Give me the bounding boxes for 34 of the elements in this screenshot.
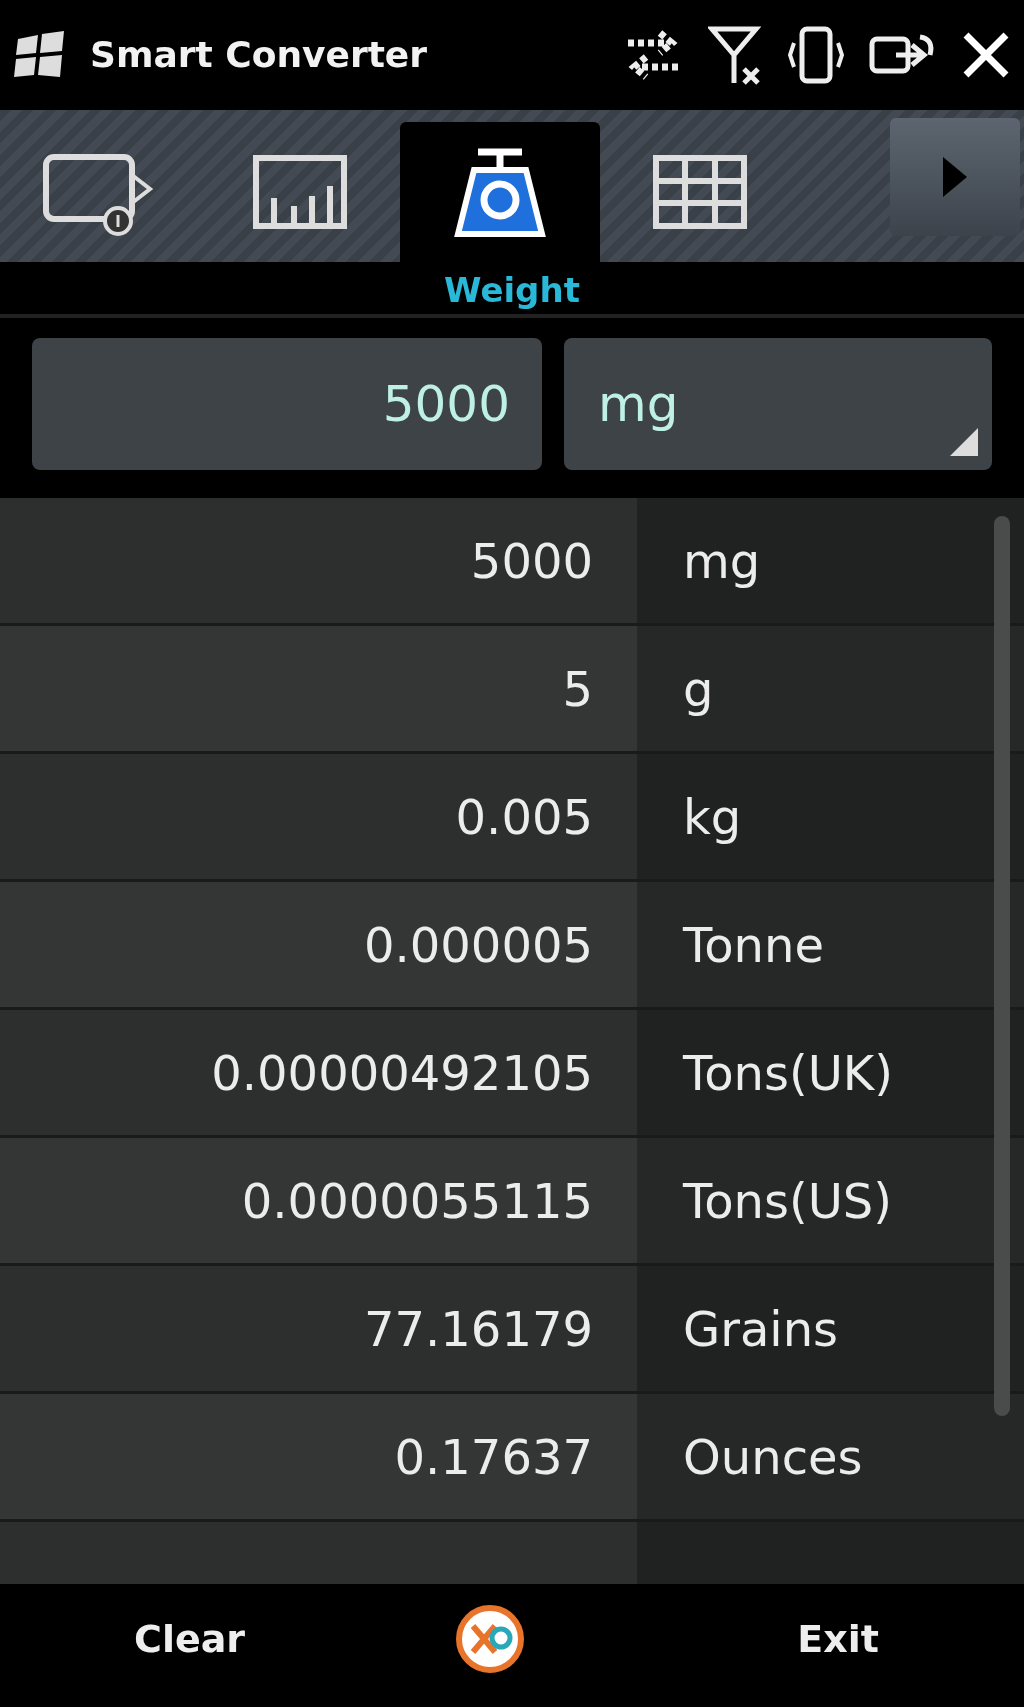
unit-dropdown[interactable]: mg	[564, 338, 992, 470]
grid-icon	[650, 152, 750, 232]
result-value: 5	[0, 626, 637, 751]
clear-softkey[interactable]: Clear	[134, 1610, 246, 1668]
tab[interactable]	[400, 122, 600, 262]
unit-name: Tons(UK)	[637, 1010, 1024, 1135]
tab-label: Weight	[0, 262, 1024, 318]
next-tabs-button[interactable]	[890, 118, 1020, 236]
start-icon[interactable]	[14, 31, 66, 79]
result-value: 0.005	[0, 754, 637, 879]
unit-name: Tonne	[637, 882, 1024, 1007]
result-value: 0.000005	[0, 882, 637, 1007]
bar-chart-icon	[250, 152, 350, 232]
result-value: 5000	[0, 498, 637, 623]
result-value: 0.0000055115	[0, 1138, 637, 1263]
unit-name: Ounces	[637, 1394, 1024, 1519]
app-logo-icon	[455, 1604, 526, 1674]
vibrate-phone-icon[interactable]	[788, 25, 844, 85]
exit-softkey[interactable]: Exit	[797, 1610, 879, 1668]
window-title: Smart Converter	[90, 33, 428, 77]
result-value: 0.17637	[0, 1394, 637, 1519]
right-triangle-icon	[941, 155, 969, 199]
close-icon[interactable]	[962, 31, 1010, 79]
signal-off-icon[interactable]	[708, 25, 764, 85]
result-value: 77.16179	[0, 1266, 637, 1391]
unit-name: mg	[637, 498, 1024, 623]
result-value: 0.00000492105	[0, 1010, 637, 1135]
unit-name: g	[637, 626, 1024, 751]
scrollbar-thumb[interactable]	[994, 516, 1010, 1416]
dropdown-corner-icon	[950, 428, 978, 456]
unit-name: Grains	[637, 1266, 1024, 1391]
unit-name: Tons(US)	[637, 1138, 1024, 1263]
unit-name: kg	[637, 754, 1024, 879]
number-input-field[interactable]: 5000	[32, 338, 542, 470]
